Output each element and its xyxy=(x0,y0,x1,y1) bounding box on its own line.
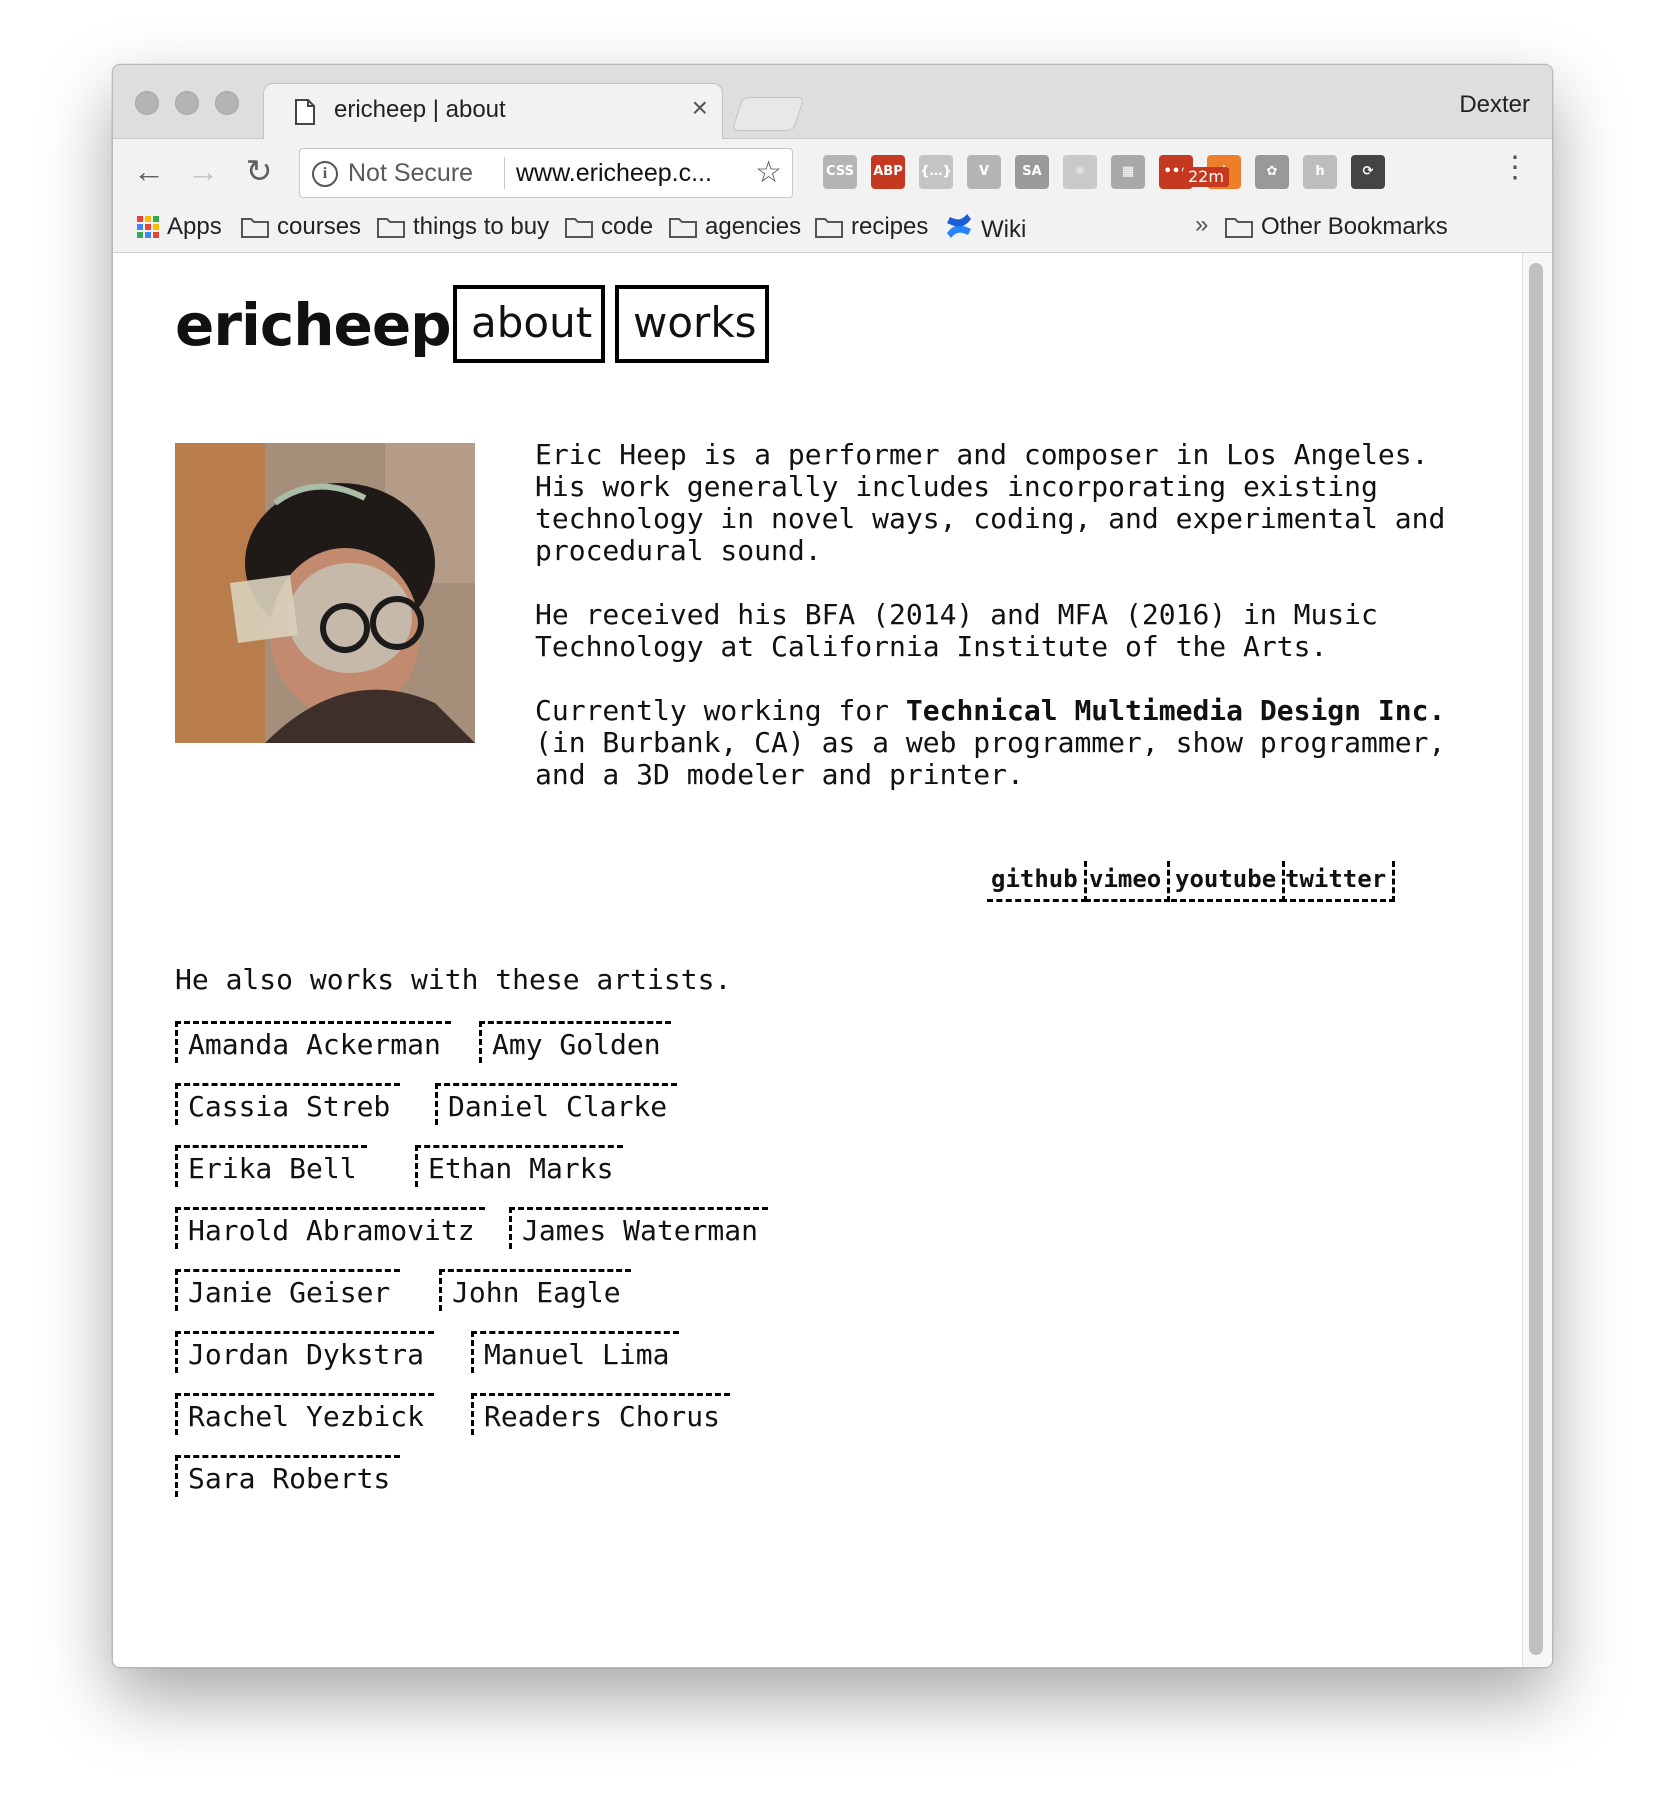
bio-paragraph-3: Currently working for Technical Multimed… xyxy=(535,695,1455,791)
menu-dots-icon[interactable]: ⋮ xyxy=(1500,153,1530,183)
bookmark-star-icon[interactable]: ☆ xyxy=(755,155,782,190)
bookmark-other-bookmarks[interactable]: Other Bookmarks xyxy=(1225,213,1448,241)
forward-arrow-icon[interactable]: → xyxy=(185,153,221,189)
apps-grid-icon xyxy=(137,216,159,238)
artist-link[interactable]: Cassia Streb xyxy=(175,1083,401,1125)
artist-link[interactable]: Janie Geiser xyxy=(175,1269,401,1311)
profile-name[interactable]: Dexter xyxy=(1459,91,1530,119)
folder-icon xyxy=(565,216,593,238)
artist-link[interactable]: Sara Roberts xyxy=(175,1455,401,1497)
artist-link[interactable]: Jordan Dykstra xyxy=(175,1331,435,1373)
bookmarks-bar: Apps courses things to buy code agencies… xyxy=(113,205,1552,253)
artist-link[interactable]: Harold Abramovitz xyxy=(175,1207,485,1249)
bookmarks-overflow-chevron[interactable]: » xyxy=(1195,211,1208,239)
folder-icon xyxy=(669,216,697,238)
social-link-vimeo[interactable]: vimeo xyxy=(1085,861,1171,902)
bookmark-label: agencies xyxy=(705,213,802,240)
bookmark-folder-things-to-buy[interactable]: things to buy xyxy=(377,213,549,241)
bookmark-label: Other Bookmarks xyxy=(1261,213,1448,240)
artists-heading: He also works with these artists. xyxy=(175,963,732,996)
bookmark-label: Wiki xyxy=(981,215,1027,243)
tab-close-icon[interactable]: × xyxy=(692,92,708,123)
back-arrow-icon[interactable]: ← xyxy=(131,153,167,189)
bookmark-folder-recipes[interactable]: recipes xyxy=(815,213,928,241)
artist-link[interactable]: Amy Golden xyxy=(479,1021,671,1063)
timer-badge: 22m xyxy=(1183,167,1229,187)
bio-paragraph-2: He received his BFA (2014) and MFA (2016… xyxy=(535,598,1395,663)
bookmark-label: courses xyxy=(277,213,362,240)
tab-strip: ericheep | about × Dexter xyxy=(113,65,1552,139)
artist-link[interactable]: Readers Chorus xyxy=(471,1393,731,1435)
bookmark-folder-agencies[interactable]: agencies xyxy=(669,213,801,241)
artist-link[interactable]: Erika Bell xyxy=(175,1145,367,1187)
page-content: ericheep about works Eric Heep is a perf… xyxy=(113,253,1523,1667)
bookmark-folder-courses[interactable]: courses xyxy=(241,213,361,241)
security-label: Not Secure xyxy=(348,159,474,187)
react-devtools-icon[interactable]: ⚛ xyxy=(1063,155,1097,189)
browser-window: ericheep | about × Dexter ← → ↻ i Not Se… xyxy=(112,64,1553,1668)
json-viewer-icon[interactable]: {…} xyxy=(919,155,953,189)
social-link-twitter[interactable]: twitter xyxy=(1281,861,1396,902)
tab-active[interactable]: ericheep | about × xyxy=(263,83,723,139)
page-icon xyxy=(294,98,316,126)
bio: Eric Heep is a performer and composer in… xyxy=(535,439,1455,823)
bookmark-wiki[interactable]: Wiki xyxy=(945,213,1026,246)
reload-icon[interactable]: ↻ xyxy=(241,153,277,189)
close-window-button[interactable] xyxy=(135,91,159,115)
artist-link[interactable]: Manuel Lima xyxy=(471,1331,680,1373)
adblock-plus-icon[interactable]: ABP xyxy=(871,155,905,189)
artist-link[interactable]: Ethan Marks xyxy=(415,1145,624,1187)
sync-icon[interactable]: ⟳ xyxy=(1351,155,1385,189)
social-links: github vimeo youtube twitter xyxy=(113,861,1453,911)
bookmark-apps[interactable]: Apps xyxy=(137,213,222,241)
page-ruler-icon[interactable]: ▦ xyxy=(1111,155,1145,189)
bookmark-folder-code[interactable]: code xyxy=(565,213,653,241)
url-text[interactable]: www.ericheep.c... xyxy=(516,159,712,188)
omnibox-divider xyxy=(504,157,505,189)
site-title[interactable]: ericheep xyxy=(175,291,452,359)
address-bar[interactable]: i Not Secure www.ericheep.c... ☆ xyxy=(299,148,793,198)
company-name: Technical Multimedia Design Inc. xyxy=(905,694,1446,727)
bio-paragraph-1: Eric Heep is a performer and composer in… xyxy=(535,438,1463,567)
folder-icon xyxy=(377,216,405,238)
zoom-window-button[interactable] xyxy=(215,91,239,115)
nav-link-about[interactable]: about xyxy=(453,285,605,363)
hypothesis-icon[interactable]: h xyxy=(1303,155,1337,189)
portrait-photo xyxy=(175,443,475,743)
vue-devtools-icon[interactable]: V xyxy=(967,155,1001,189)
bookmark-label: Apps xyxy=(167,213,222,240)
folder-icon xyxy=(1225,216,1253,238)
new-tab-button[interactable] xyxy=(731,97,805,131)
social-link-github[interactable]: github xyxy=(987,861,1087,902)
minimize-window-button[interactable] xyxy=(175,91,199,115)
folder-icon xyxy=(241,216,269,238)
artist-link[interactable]: Amanda Ackerman xyxy=(175,1021,451,1063)
artist-link[interactable]: Rachel Yezbick xyxy=(175,1393,435,1435)
seo-analyzer-icon[interactable]: SA xyxy=(1015,155,1049,189)
css-viewer-icon[interactable]: CSS xyxy=(823,155,857,189)
desktop: ericheep | about × Dexter ← → ↻ i Not Se… xyxy=(0,0,1658,1820)
bookmark-label: recipes xyxy=(851,213,929,240)
social-link-youtube[interactable]: youtube xyxy=(1171,861,1286,902)
confluence-icon xyxy=(945,213,973,246)
artist-link[interactable]: James Waterman xyxy=(509,1207,769,1249)
bookmark-label: code xyxy=(601,213,654,240)
artist-link[interactable]: Daniel Clarke xyxy=(435,1083,678,1125)
tab-title: ericheep | about xyxy=(334,96,506,123)
info-icon[interactable]: i xyxy=(312,161,338,187)
artist-link[interactable]: John Eagle xyxy=(439,1269,631,1311)
timer-icon[interactable]: ✿ xyxy=(1255,155,1289,189)
folder-icon xyxy=(815,216,843,238)
nav-link-works[interactable]: works xyxy=(615,285,769,363)
bio-text: Currently working for xyxy=(535,694,906,727)
scrollbar-thumb[interactable] xyxy=(1529,263,1543,1655)
bookmark-label: things to buy xyxy=(413,213,550,240)
toolbar: ← → ↻ i Not Secure www.ericheep.c... ☆ C… xyxy=(113,139,1552,205)
